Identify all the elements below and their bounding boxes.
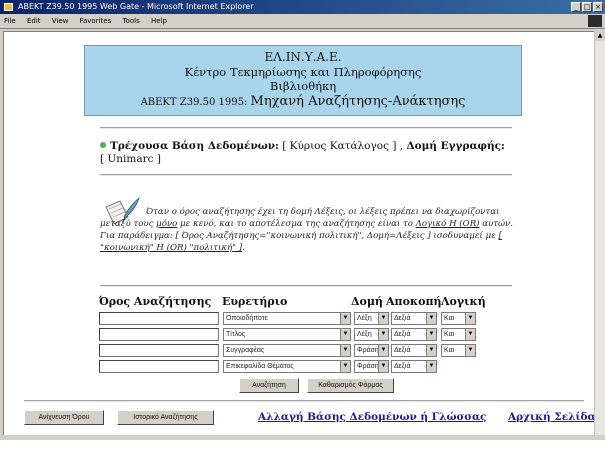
- chevron-down-icon[interactable]: ▼: [378, 329, 388, 340]
- chevron-down-icon[interactable]: ▼: [465, 345, 475, 356]
- maximize-button[interactable]: □: [582, 2, 592, 12]
- col-truncation-header: Αποκοπή: [386, 295, 442, 308]
- index-select[interactable]: Τίτλος ▼: [223, 328, 351, 341]
- index-select[interactable]: Οποιοδήποτε ▼: [223, 312, 351, 325]
- status-bar: [0, 435, 605, 440]
- browse-term-button[interactable]: Ανίχνευση Όρου: [24, 410, 104, 425]
- clear-form-button[interactable]: Καθαρισμός Φόρμας: [307, 378, 394, 393]
- menu-file[interactable]: File: [4, 17, 16, 25]
- menu-edit[interactable]: Edit: [27, 17, 41, 25]
- window-title: ABEKT Z39.50 1995 Web Gate - Microsoft I…: [18, 2, 254, 11]
- menu-tools[interactable]: Tools: [122, 17, 139, 25]
- search-button[interactable]: Αναζήτηση: [239, 378, 299, 393]
- truncation-select[interactable]: Δεξιά ▼: [391, 344, 437, 357]
- col-logic-header: Λογική: [441, 295, 486, 308]
- chevron-down-icon[interactable]: ▼: [426, 329, 436, 340]
- page-content: ΕΛ.ΙΝ.Υ.Α.Ε. Κέντρο Τεκμηρίωσης και Πληρ…: [3, 31, 594, 435]
- chevron-down-icon[interactable]: ▼: [378, 313, 388, 324]
- chevron-down-icon[interactable]: ▼: [426, 313, 436, 324]
- divider: [24, 400, 584, 402]
- logic-select[interactable]: Και ▼: [441, 328, 476, 341]
- divider: [100, 285, 512, 287]
- chevron-down-icon[interactable]: ▼: [340, 329, 350, 340]
- change-database-link[interactable]: Αλλαγή Βάσης Δεδομένων ή Γλώσσας: [258, 411, 486, 423]
- org-subtitle: Κέντρο Τεκμηρίωσης και Πληροφόρησης: [184, 65, 422, 79]
- chevron-down-icon[interactable]: ▼: [378, 361, 388, 372]
- vertical-scrollbar[interactable]: ▲: [594, 31, 605, 435]
- search-term-input[interactable]: [99, 344, 219, 357]
- engine-title: ΑΒΕΚΤ Z39.50 1995: Μηχανή Αναζήτησης-Ανά…: [140, 94, 466, 109]
- scroll-up-icon[interactable]: ▲: [595, 31, 605, 41]
- menu-help[interactable]: Help: [151, 17, 167, 25]
- structure-select[interactable]: Λέξη ▼: [354, 328, 389, 341]
- menu-favorites[interactable]: Favorites: [80, 17, 112, 25]
- chevron-down-icon[interactable]: ▼: [465, 313, 475, 324]
- truncation-select[interactable]: Δεξιά ▼: [391, 312, 437, 325]
- title-bar: ABEKT Z39.50 1995 Web Gate - Microsoft I…: [0, 0, 605, 14]
- library-title: Βιβλιοθήκη: [269, 79, 337, 93]
- menu-bar: File Edit View Favorites Tools Help: [0, 14, 605, 29]
- structure-select[interactable]: Λέξη ▼: [354, 312, 389, 325]
- logic-select[interactable]: Και ▼: [441, 344, 476, 357]
- minimize-button[interactable]: _: [571, 2, 581, 12]
- logic-select[interactable]: Και ▼: [441, 312, 476, 325]
- current-database: Τρέχουσα Βάση Δεδομένων: [ Κύριος Κατάλο…: [100, 140, 505, 165]
- col-structure-header: Δομή: [351, 295, 383, 308]
- search-term-input[interactable]: [99, 312, 219, 325]
- structure-select[interactable]: Φράση ▼: [354, 360, 389, 373]
- chevron-down-icon[interactable]: ▼: [426, 345, 436, 356]
- structure-select[interactable]: Φράση ▼: [354, 344, 389, 357]
- chevron-down-icon[interactable]: ▼: [378, 345, 388, 356]
- truncation-select[interactable]: Δεξιά ▼: [391, 360, 437, 373]
- status-dot-icon: [100, 142, 106, 148]
- truncation-select[interactable]: Δεξιά ▼: [391, 328, 437, 341]
- org-name: ΕΛ.ΙΝ.Υ.Α.Ε.: [264, 50, 342, 64]
- index-select[interactable]: Επικεφαλίδα Θέματος ▼: [223, 360, 351, 373]
- divider: [100, 174, 512, 176]
- close-button[interactable]: ×: [593, 2, 603, 12]
- search-term-input[interactable]: [99, 328, 219, 341]
- chevron-down-icon[interactable]: ▼: [340, 345, 350, 356]
- windows-logo-icon: [588, 15, 602, 27]
- help-text: Όταν ο όρος αναζήτησης έχει τη δομή Λέξε…: [100, 207, 513, 253]
- chevron-down-icon[interactable]: ▼: [340, 361, 350, 372]
- page-header: ΕΛ.ΙΝ.Υ.Α.Ε. Κέντρο Τεκμηρίωσης και Πληρ…: [84, 45, 522, 116]
- chevron-down-icon[interactable]: ▼: [465, 329, 475, 340]
- chevron-down-icon[interactable]: ▼: [426, 361, 436, 372]
- menu-view[interactable]: View: [52, 17, 69, 25]
- chevron-down-icon[interactable]: ▼: [340, 313, 350, 324]
- home-page-link[interactable]: Αρχική Σελίδα: [508, 411, 594, 423]
- ie-app-icon: [4, 3, 13, 11]
- search-history-button[interactable]: Ιστορικό Αναζήτησης: [117, 410, 214, 425]
- browser-window: ABEKT Z39.50 1995 Web Gate - Microsoft I…: [0, 0, 605, 440]
- search-term-input[interactable]: [99, 360, 219, 373]
- col-index-header: Ευρετήριο: [222, 295, 288, 308]
- divider: [100, 127, 512, 129]
- col-term-header: Όρος Αναζήτησης: [99, 295, 212, 308]
- index-select[interactable]: Συγγραφέας ▼: [223, 344, 351, 357]
